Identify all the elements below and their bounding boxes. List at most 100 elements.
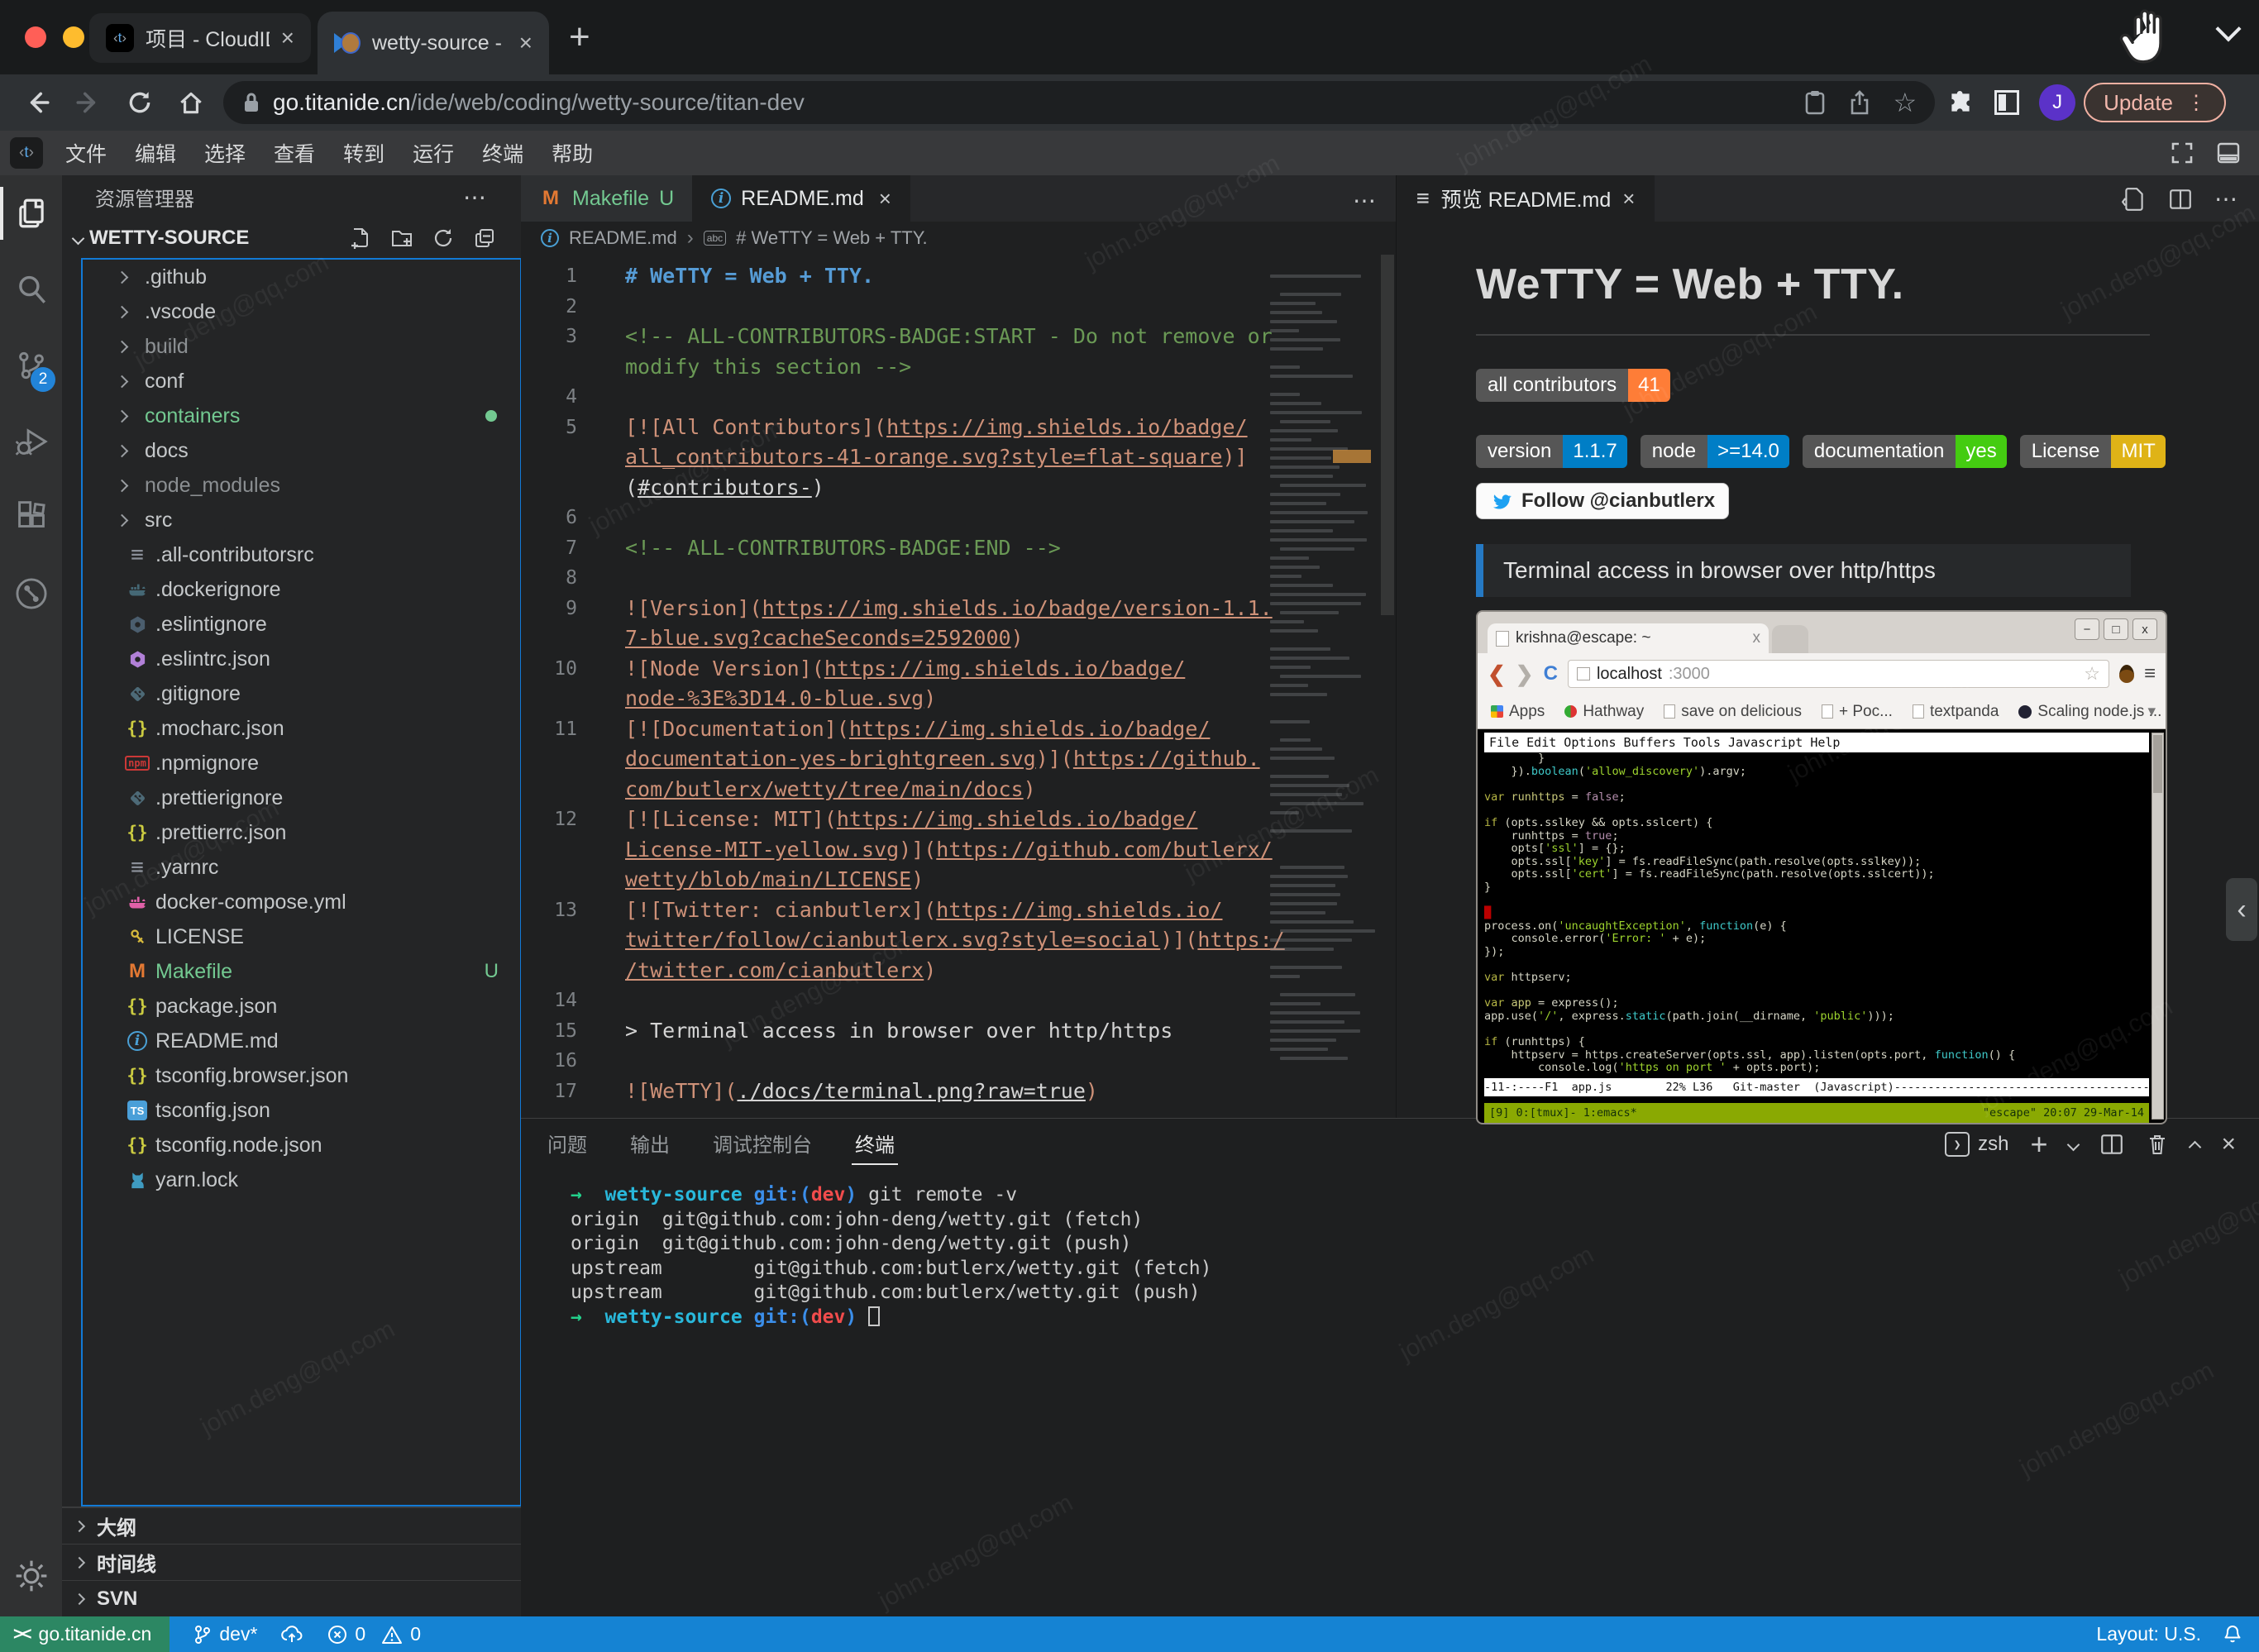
sidebar-section-时间线[interactable]: 时间线 (62, 1544, 521, 1580)
panel-tab-输出[interactable]: 输出 (630, 1119, 670, 1167)
close-tab-icon[interactable]: × (1622, 186, 1635, 212)
sidebar-section-SVN[interactable]: SVN (62, 1580, 521, 1616)
branch-indicator[interactable]: dev* (193, 1623, 257, 1645)
tree-item-.prettierignore[interactable]: .prettierignore (83, 781, 520, 815)
menu-item[interactable]: 运行 (399, 138, 468, 168)
tree-item-tsconfig.node.json[interactable]: {}tsconfig.node.json (83, 1128, 520, 1163)
tree-item-README.md[interactable]: iREADME.md (83, 1024, 520, 1058)
tree-item-node_modules[interactable]: node_modules (83, 468, 520, 503)
menu-item[interactable]: 转到 (329, 138, 399, 168)
editor-scrollbar[interactable] (1381, 255, 1394, 615)
back-icon[interactable] (23, 88, 51, 117)
tree-item-src[interactable]: src (83, 503, 520, 537)
close-panel-icon[interactable]: × (2221, 1130, 2236, 1158)
minimize-window-button[interactable] (63, 26, 84, 48)
menu-item[interactable]: 终端 (468, 138, 537, 168)
tree-item-.npmignore[interactable]: npm.npmignore (83, 746, 520, 781)
terminal-output[interactable]: → wetty-source git:(dev) git remote -vor… (521, 1167, 2259, 1330)
sidebar-section-大纲[interactable]: 大纲 (62, 1507, 521, 1544)
preview-tab[interactable]: ≡ 预览 README.md × (1397, 175, 1655, 222)
split-terminal-icon[interactable] (2099, 1132, 2124, 1157)
panel-collapse-chevron[interactable]: ‹ (2226, 878, 2257, 941)
activity-search-icon[interactable] (0, 251, 62, 327)
tree-item-.mocharc.json[interactable]: {}.mocharc.json (83, 711, 520, 746)
activity-run-debug-icon[interactable] (0, 403, 62, 480)
terminal-dropdown-icon[interactable] (2067, 1138, 2080, 1151)
breadcrumb[interactable]: i README.md › abc # WeTTY = Web + TTY. (521, 222, 1396, 255)
kill-terminal-trash-icon[interactable] (2146, 1132, 2169, 1157)
tree-item-docker-compose.yml[interactable]: docker-compose.yml (83, 885, 520, 919)
close-tab-icon[interactable]: × (519, 30, 533, 56)
new-terminal-button[interactable]: + (2030, 1127, 2047, 1162)
home-icon[interactable] (177, 88, 205, 117)
tree-item-Makefile[interactable]: MMakefileU (83, 954, 520, 989)
explorer-more-actions-icon[interactable]: ⋯ (463, 184, 488, 211)
clipboard-icon[interactable] (1803, 89, 1827, 116)
refresh-icon[interactable] (432, 227, 455, 250)
open-source-file-icon[interactable] (2122, 186, 2147, 212)
shell-selector[interactable]: ❯ zsh (1945, 1132, 2008, 1157)
panel-tab-调试控制台[interactable]: 调试控制台 (713, 1119, 812, 1167)
bookmark-star-icon[interactable]: ☆ (1893, 87, 1917, 118)
twitter-follow-button[interactable]: Follow @cianbutlerx (1476, 483, 1729, 519)
tree-item-.gitignore[interactable]: .gitignore (83, 676, 520, 711)
collapse-all-icon[interactable] (473, 227, 496, 250)
problems-indicator[interactable]: 0 0 (327, 1623, 421, 1645)
new-file-icon[interactable] (349, 227, 372, 250)
tree-item-yarn.lock[interactable]: yarn.lock (83, 1163, 520, 1197)
activity-extensions-icon[interactable] (0, 480, 62, 556)
sync-indicator[interactable] (280, 1624, 303, 1645)
browser-tab-project[interactable]: ‹t› 项目 - CloudIDE × (89, 13, 311, 63)
bell-icon[interactable] (2223, 1624, 2242, 1645)
menu-item[interactable]: 选择 (190, 138, 260, 168)
split-editor-icon[interactable] (2168, 187, 2193, 212)
maximize-panel-icon[interactable] (2189, 1140, 2202, 1153)
tree-item-build[interactable]: build (83, 329, 520, 364)
editor-more-actions-icon[interactable]: ⋯ (1353, 187, 1378, 214)
panel-tab-终端[interactable]: 终端 (855, 1119, 895, 1167)
close-tab-icon[interactable]: × (281, 25, 294, 51)
editor-tab-makefile[interactable]: M Makefile U (521, 175, 693, 222)
share-icon[interactable] (1848, 89, 1871, 116)
activity-explorer-icon[interactable] (0, 175, 62, 251)
close-tab-icon[interactable]: × (879, 186, 891, 212)
reload-icon[interactable] (126, 88, 154, 117)
tree-item-.eslintignore[interactable]: .eslintignore (83, 607, 520, 642)
layout-panel-icon[interactable] (2216, 141, 2241, 165)
tree-item-.all-contributorsrc[interactable]: ≡.all-contributorsrc (83, 537, 520, 572)
minimap[interactable] (1267, 260, 1376, 1086)
tree-item-.yarnrc[interactable]: ≡.yarnrc (83, 850, 520, 885)
menu-item[interactable]: 编辑 (121, 138, 190, 168)
tree-item-conf[interactable]: conf (83, 364, 520, 399)
keyboard-layout[interactable]: Layout: U.S. (2096, 1623, 2201, 1645)
new-folder-icon[interactable] (390, 227, 413, 250)
tree-item-.vscode[interactable]: .vscode (83, 294, 520, 329)
close-window-button[interactable] (25, 26, 46, 48)
address-bar[interactable]: go.titanide.cn/ide/web/coding/wetty-sour… (223, 81, 1935, 124)
tree-item-LICENSE[interactable]: LICENSE (83, 919, 520, 954)
remote-indicator[interactable]: >< go.titanide.cn (0, 1616, 170, 1652)
menu-item[interactable]: 文件 (51, 138, 121, 168)
settings-gear-icon[interactable] (0, 1547, 62, 1605)
browser-tab-wetty-source[interactable]: wetty-source - CloudIDE × (318, 12, 549, 74)
forward-icon[interactable] (74, 88, 103, 117)
extensions-puzzle-icon[interactable] (1946, 88, 1975, 117)
new-tab-button[interactable]: + (569, 17, 590, 58)
avatar[interactable]: J (2039, 84, 2075, 121)
editor-tab-readme[interactable]: i README.md × (693, 175, 910, 222)
chevron-down-icon[interactable] (2215, 16, 2241, 41)
tree-item-.dockerignore[interactable]: .dockerignore (83, 572, 520, 607)
tree-item-tsconfig.browser.json[interactable]: {}tsconfig.browser.json (83, 1058, 520, 1093)
tree-item-.github[interactable]: .github (83, 260, 520, 294)
tree-item-docs[interactable]: docs (83, 433, 520, 468)
update-button[interactable]: Update⋮ (2084, 83, 2226, 122)
tree-item-.prettierrc.json[interactable]: {}.prettierrc.json (83, 815, 520, 850)
workspace-section-header[interactable]: WETTY-SOURCE (62, 218, 521, 258)
panel-tab-问题[interactable]: 问题 (547, 1119, 587, 1167)
activity-source-control-icon[interactable]: 2 (0, 327, 62, 403)
tree-item-.eslintrc.json[interactable]: .eslintrc.json (83, 642, 520, 676)
reading-list-panel-icon[interactable] (1994, 90, 2019, 115)
menu-item[interactable]: 查看 (260, 138, 329, 168)
tree-item-package.json[interactable]: {}package.json (83, 989, 520, 1024)
fullscreen-icon[interactable] (2170, 141, 2195, 165)
